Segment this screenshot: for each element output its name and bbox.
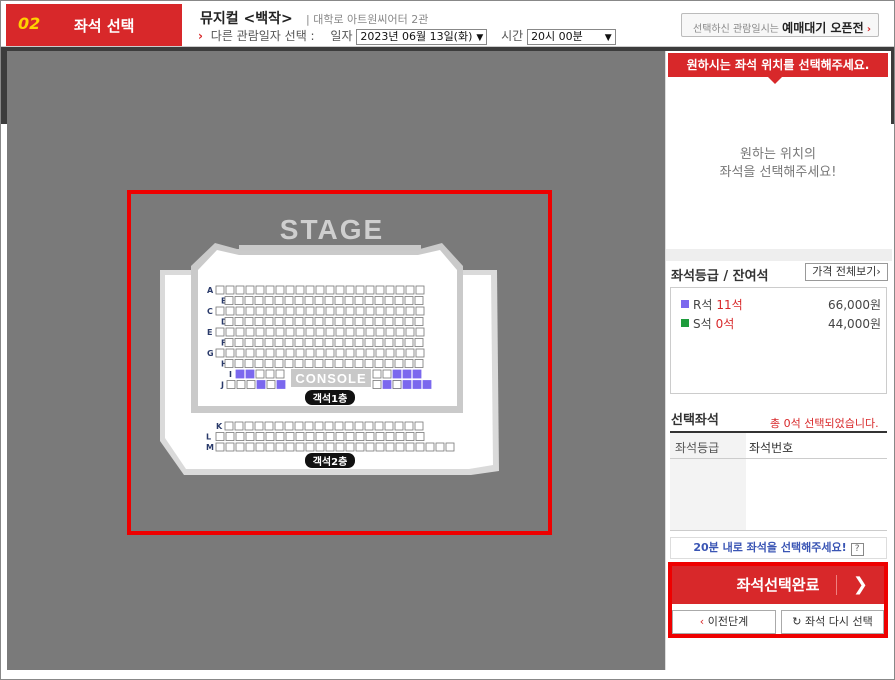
previous-step-label: 이전단계 bbox=[707, 615, 749, 628]
show-title: 뮤지컬 <백작> bbox=[200, 11, 293, 27]
grade-count: 11석 bbox=[716, 298, 743, 312]
date-label: 일자 bbox=[330, 29, 353, 43]
reset-selection-label: 좌석 다시 선택 bbox=[805, 615, 873, 628]
grade-count: 0석 bbox=[715, 317, 735, 331]
grade-name: S석 bbox=[693, 317, 712, 331]
hint-line1: 원하는 위치의 bbox=[740, 147, 816, 162]
price-all-label: 가격 전체보기 bbox=[812, 265, 877, 278]
booking-header: 02 좌석 선택 뮤지컬 <백작> | 대학로 아트원씨어터 2관 › 다른 관… bbox=[0, 0, 895, 47]
grade-list: R석 11석 66,000원 S석 0석 44,000원 bbox=[670, 287, 887, 394]
chevron-left-icon: ‹ bbox=[699, 615, 705, 628]
section-divider bbox=[666, 249, 892, 261]
grade-row-r[interactable]: R석 11석 66,000원 bbox=[681, 296, 881, 313]
time-select-value: 20시 00분 bbox=[531, 29, 583, 43]
time-select[interactable]: 20시 00분 ▼ bbox=[527, 28, 616, 45]
selected-seats-table: 좌석등급 좌석번호 bbox=[670, 431, 887, 531]
step-number: 02 bbox=[18, 14, 41, 33]
venue-name: | 대학로 아트원씨어터 2관 bbox=[306, 13, 429, 26]
panel-header: 원하시는 좌석 위치를 선택해주세요. bbox=[668, 53, 888, 77]
chevron-right-icon: ❯ bbox=[852, 574, 868, 595]
step-title: 좌석 선택 bbox=[74, 17, 135, 35]
complete-seat-selection-button[interactable]: 좌석선택완료 ❯ bbox=[672, 566, 884, 604]
grade-title: 좌석등급 / 잔여석 bbox=[671, 269, 769, 284]
selected-grade-cell bbox=[670, 459, 746, 531]
chevron-down-icon: ▼ bbox=[604, 32, 612, 43]
col-grade-header: 좌석등급 bbox=[670, 433, 746, 459]
price-all-button[interactable]: 가격 전체보기› bbox=[805, 263, 888, 281]
date-select[interactable]: 2023년 06월 13일(화) ▼ bbox=[356, 28, 488, 45]
seat-preview-hint: 원하는 위치의 좌석을 선택해주세요! bbox=[666, 146, 890, 182]
button-divider bbox=[836, 575, 837, 595]
timer-text: 20분 내로 좌석을 선택해주세요! bbox=[693, 541, 847, 554]
grade-color-swatch bbox=[681, 300, 689, 308]
time-label: 시간 bbox=[501, 29, 524, 43]
complete-button-label: 좌석선택완료 bbox=[736, 576, 820, 594]
selected-seat-cell bbox=[746, 459, 887, 531]
grade-row-s[interactable]: S석 0석 44,000원 bbox=[681, 315, 881, 332]
waitlist-label: 예매대기 오픈전 bbox=[782, 21, 864, 35]
reset-selection-button[interactable]: ↻ 좌석 다시 선택 bbox=[781, 610, 884, 634]
other-date-label: 다른 관람일자 선택 : bbox=[210, 29, 315, 43]
chevron-down-icon: ▼ bbox=[476, 32, 484, 43]
waitlist-prefix: 선택하신 관람일시는 bbox=[693, 24, 779, 35]
help-icon[interactable]: ? bbox=[850, 543, 864, 556]
timer-notice: 20분 내로 좌석을 선택해주세요!? bbox=[670, 537, 887, 559]
step-indicator: 02 좌석 선택 bbox=[6, 4, 182, 46]
grade-color-swatch bbox=[681, 319, 689, 327]
grade-price: 44,000원 bbox=[827, 317, 881, 331]
caret-down-icon bbox=[768, 77, 782, 84]
date-select-value: 2023년 06월 13일(화) bbox=[360, 29, 473, 43]
hint-line2: 좌석을 선택해주세요! bbox=[719, 165, 837, 180]
chevron-right-icon: › bbox=[876, 265, 881, 278]
col-seat-header: 좌석번호 bbox=[746, 433, 887, 459]
selected-seats-count: 총 0석 선택되었습니다. bbox=[770, 417, 879, 430]
selected-seats-title: 선택좌석 bbox=[671, 413, 719, 428]
waitlist-button[interactable]: 선택하신 관람일시는 예매대기 오픈전 › bbox=[681, 13, 879, 37]
refresh-icon: ↻ bbox=[792, 615, 802, 628]
date-selector-row: › 다른 관람일자 선택 : 일자 2023년 06월 13일(화) ▼ 시간 2… bbox=[198, 27, 616, 45]
grade-price: 66,000원 bbox=[827, 298, 881, 312]
grade-name: R석 bbox=[693, 298, 713, 312]
chevron-right-icon: › bbox=[198, 29, 203, 43]
seat-map-highlight-frame bbox=[127, 190, 552, 535]
chevron-right-icon: › bbox=[866, 24, 871, 35]
previous-step-button[interactable]: ‹ 이전단계 bbox=[672, 610, 776, 634]
